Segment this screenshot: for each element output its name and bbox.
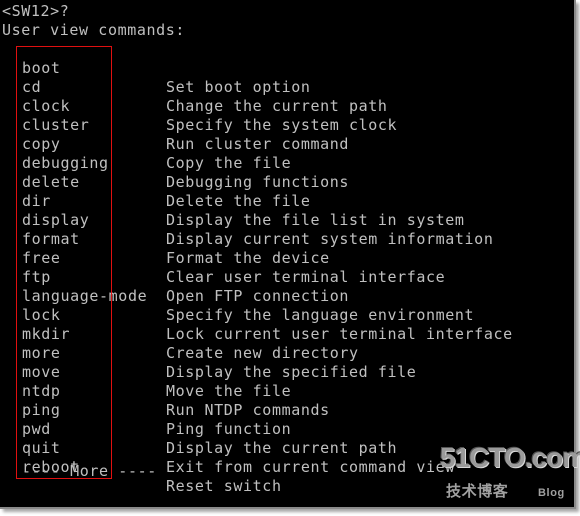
command-description: Ping function bbox=[166, 420, 292, 439]
command-description: Lock current user terminal interface bbox=[166, 325, 513, 344]
command-description: Specify the language environment bbox=[166, 306, 475, 325]
commands-header: User view commands: bbox=[2, 21, 185, 39]
command-prompt: <SW12>? bbox=[2, 2, 70, 20]
command-description: Set boot option bbox=[166, 78, 311, 97]
terminal-window[interactable]: <SW12>? User view commands: boot Set boo… bbox=[0, 0, 580, 509]
command-description: Copy the file bbox=[166, 154, 292, 173]
command-description: Delete the file bbox=[166, 192, 311, 211]
watermark-blog: Blog bbox=[538, 487, 565, 499]
command-description: Reset switch bbox=[166, 477, 282, 496]
command-description: Display current system information bbox=[166, 230, 494, 249]
command-description: Run NTDP commands bbox=[166, 401, 330, 420]
command-description: Format the device bbox=[166, 249, 330, 268]
command-description: Display the file list in system bbox=[166, 211, 465, 230]
command-description: Run cluster command bbox=[166, 135, 349, 154]
command-description: Specify the system clock bbox=[166, 116, 398, 135]
command-description: Open FTP connection bbox=[166, 287, 349, 306]
watermark-logo: 51CTO.com 技术博客 Blog bbox=[440, 443, 580, 506]
command-column-highlight bbox=[16, 46, 112, 479]
command-description: Debugging functions bbox=[166, 173, 349, 192]
command-description: Move the file bbox=[166, 382, 292, 401]
command-description: Clear user terminal interface bbox=[166, 268, 446, 287]
command-description: Change the current path bbox=[166, 97, 388, 116]
command-description: Create new directory bbox=[166, 344, 359, 363]
command-description: Display the current path bbox=[166, 439, 398, 458]
command-description: Display the specified file bbox=[166, 363, 417, 382]
watermark-brand: 51CTO.com bbox=[440, 442, 580, 473]
watermark-subtitle: 技术博客 bbox=[446, 482, 509, 500]
command-description: Exit from current command view bbox=[166, 458, 455, 477]
